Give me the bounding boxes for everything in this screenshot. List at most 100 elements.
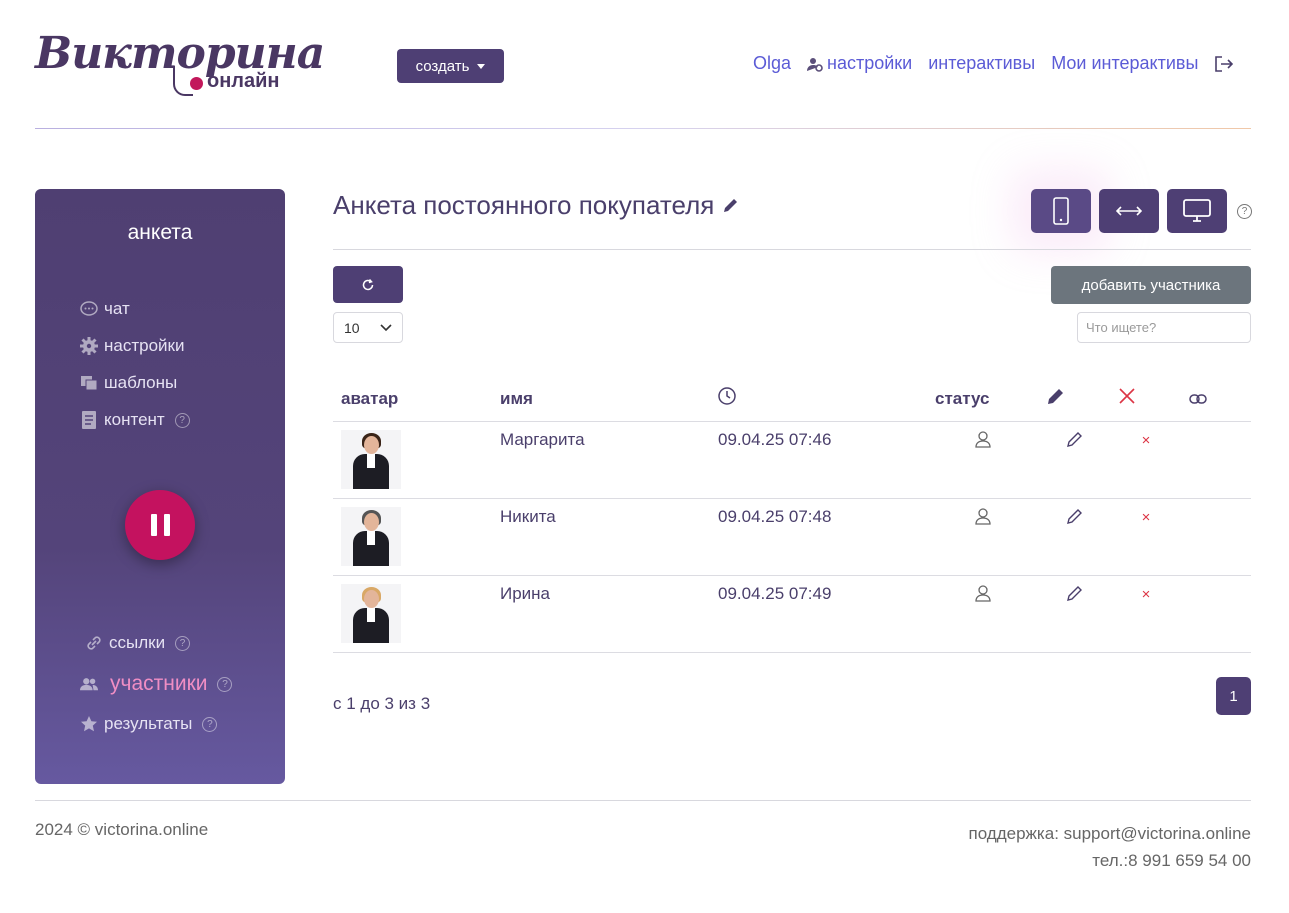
user-link[interactable]: Olga (753, 53, 791, 74)
templates-icon (80, 374, 98, 392)
table-header-row: аватар имя статус (333, 377, 1251, 422)
arrows-horizontal-icon (1116, 206, 1142, 216)
user-gear-icon (807, 57, 823, 72)
interactives-link[interactable]: интерактивы (928, 53, 1035, 74)
link-icon (1189, 394, 1207, 404)
help-icon[interactable]: ? (217, 676, 233, 692)
help-icon[interactable]: ? (174, 412, 190, 428)
users-icon (80, 675, 98, 693)
footer-divider (35, 800, 1251, 801)
user-status-icon (975, 430, 991, 448)
table-row: Никита 09.04.25 07:48 × (333, 498, 1251, 576)
sidebar-item-templates[interactable]: шаблоны (80, 373, 177, 393)
per-page-value: 10 (344, 319, 360, 336)
desktop-view-button[interactable] (1167, 189, 1227, 233)
avatar (341, 506, 401, 566)
column-delete (1111, 377, 1181, 422)
logo[interactable]: Викторина онлайн (35, 28, 325, 100)
refresh-button[interactable] (333, 266, 403, 303)
participant-time: 09.04.25 07:49 (710, 575, 927, 653)
sidebar-item-label: чат (104, 299, 130, 318)
monitor-icon (1183, 199, 1211, 222)
participant-name: Никита (492, 498, 710, 576)
help-icon[interactable]: ? (1237, 203, 1252, 219)
link-icon (85, 634, 103, 652)
edit-title-icon[interactable] (722, 197, 739, 214)
delete-icon[interactable]: × (1142, 509, 1151, 526)
participant-time: 09.04.25 07:46 (710, 421, 927, 499)
sidebar-item-results[interactable]: результаты ? (80, 714, 218, 734)
pause-bar (163, 514, 170, 536)
header-divider (35, 128, 1251, 129)
my-interactives-link[interactable]: Мои интерактивы (1051, 53, 1198, 74)
settings-label: настройки (827, 53, 913, 73)
column-link (1181, 377, 1251, 422)
title-divider (333, 249, 1251, 250)
delete-icon[interactable]: × (1142, 432, 1151, 449)
view-mode-group: ? (1031, 189, 1252, 233)
create-label: создать (415, 57, 470, 75)
edit-icon[interactable] (1066, 430, 1084, 448)
column-status[interactable]: статус (927, 377, 1039, 422)
stretch-view-button[interactable] (1099, 189, 1159, 233)
sidebar-item-content[interactable]: контент ? (80, 410, 190, 430)
close-icon (1119, 388, 1135, 404)
clock-icon (718, 387, 736, 405)
delete-icon[interactable]: × (1142, 586, 1151, 603)
sidebar-item-participants[interactable]: участники ? (80, 672, 233, 696)
logo-sub: онлайн (207, 70, 280, 92)
edit-icon[interactable] (1066, 584, 1084, 602)
pause-bar (150, 514, 157, 536)
sidebar-item-label: шаблоны (104, 373, 178, 392)
pencil-icon (1048, 389, 1063, 405)
page-button-1[interactable]: 1 (1216, 677, 1251, 715)
participants-table: аватар имя статус Маргарита 09.04.25 07:… (333, 377, 1251, 653)
user-status-icon (975, 584, 991, 602)
page-title-text: Анкета постоянного покупателя (333, 190, 715, 220)
help-icon[interactable]: ? (175, 635, 191, 651)
support-email[interactable]: поддержка: support@victorina.online (969, 820, 1251, 847)
pause-button[interactable] (125, 490, 195, 560)
sidebar-item-chat[interactable]: чат (80, 299, 130, 319)
edit-icon[interactable] (1066, 507, 1084, 525)
sidebar-item-label: ссылки (109, 633, 166, 652)
participant-name: Ирина (492, 575, 710, 653)
logout-icon[interactable] (1214, 55, 1234, 73)
column-name[interactable]: имя (492, 377, 710, 422)
support-info: поддержка: support@victorina.online тел.… (969, 820, 1251, 874)
document-icon (80, 411, 98, 429)
logo-dot (190, 77, 203, 90)
participant-name: Маргарита (492, 421, 710, 499)
sidebar-title: анкета (127, 221, 193, 244)
mobile-view-button[interactable] (1031, 189, 1091, 233)
sidebar-item-label: настройки (104, 336, 185, 355)
sidebar-item-label: результаты (104, 714, 193, 733)
column-avatar[interactable]: аватар (333, 377, 492, 422)
pagination-info: с 1 до 3 из 3 (333, 694, 431, 713)
top-nav: Olga настройки интерактивы Мои интеракти… (753, 53, 1234, 74)
column-time[interactable] (710, 377, 927, 422)
settings-link[interactable]: настройки (807, 53, 912, 74)
help-icon[interactable]: ? (202, 716, 218, 732)
create-dropdown-button[interactable]: создать (397, 49, 504, 83)
page-title: Анкета постоянного покупателя (333, 190, 739, 221)
table-row: Маргарита 09.04.25 07:46 × (333, 421, 1251, 499)
search-input[interactable] (1077, 312, 1251, 343)
copyright: 2024 © victorina.online (35, 820, 209, 839)
star-icon (80, 715, 98, 733)
sidebar-item-settings[interactable]: настройки (80, 336, 184, 356)
user-status-icon (975, 507, 991, 525)
participant-time: 09.04.25 07:48 (710, 498, 927, 576)
avatar (341, 583, 401, 643)
add-participant-button[interactable]: добавить участника (1051, 266, 1251, 304)
chat-icon (80, 300, 98, 318)
sidebar-item-label: контент (104, 410, 165, 429)
table-row: Ирина 09.04.25 07:49 × (333, 575, 1251, 653)
sidebar-item-label: участники (110, 672, 208, 695)
avatar (341, 429, 401, 489)
sidebar-item-links[interactable]: ссылки ? (85, 633, 191, 653)
per-page-select[interactable]: 10 (333, 312, 403, 343)
column-edit (1039, 377, 1111, 422)
caret-down-icon (477, 63, 486, 69)
sidebar: анкета чат настройки шаблоны контент ? с… (35, 189, 285, 784)
